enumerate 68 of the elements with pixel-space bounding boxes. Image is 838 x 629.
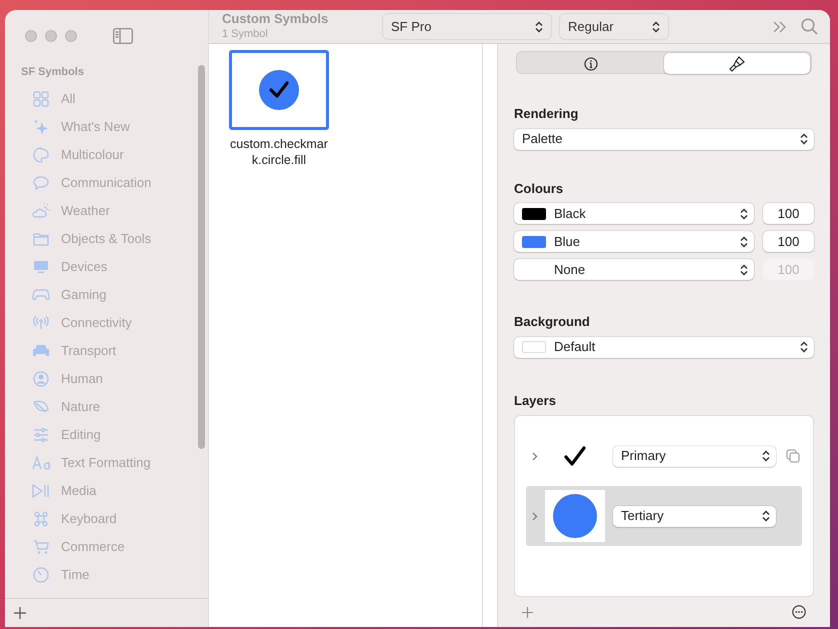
monitor-icon — [33, 258, 49, 274]
add-icon[interactable] — [14, 607, 26, 619]
cart-icon — [33, 538, 49, 554]
leaf-icon — [33, 398, 49, 414]
section-heading: Colours — [514, 180, 564, 198]
stepper-icon — [800, 341, 808, 353]
sparkle-icon — [33, 118, 49, 134]
cloud-sun-icon — [32, 202, 50, 218]
text-size-icon — [32, 454, 50, 470]
play-pause-icon — [32, 482, 50, 498]
search-icon[interactable] — [801, 18, 818, 35]
background-popup[interactable]: Default — [514, 336, 814, 358]
stepper-icon — [740, 264, 748, 276]
stepper-icon — [800, 133, 808, 145]
disclosure-icon[interactable] — [532, 512, 538, 520]
layer-popup[interactable]: Primary — [613, 446, 776, 466]
paintbrush-icon — [729, 56, 745, 72]
section-heading: Rendering — [514, 105, 580, 123]
sidebar-toggle-icon[interactable] — [113, 28, 133, 44]
stepper-icon — [740, 208, 748, 220]
circle-icon — [553, 494, 597, 538]
game-controller-icon — [32, 286, 50, 302]
layer-row[interactable]: Tertiary — [526, 486, 802, 546]
sidebar-heading: SF Symbols — [20, 65, 85, 80]
zoom-button[interactable] — [65, 30, 77, 42]
stepper-icon — [535, 20, 543, 32]
stepper-icon — [762, 450, 770, 462]
car-icon — [32, 342, 50, 358]
close-button[interactable] — [25, 30, 37, 42]
command-key-icon — [33, 510, 49, 526]
colour-popup[interactable]: Black — [514, 203, 754, 224]
speech-bubble-icon — [33, 174, 49, 190]
section-heading: Background — [514, 313, 591, 331]
checkmark-icon — [564, 446, 586, 466]
layer-row[interactable]: Primary — [526, 426, 802, 486]
palette-icon — [33, 146, 49, 162]
opacity-field[interactable]: 100 — [763, 203, 814, 224]
layer-popup[interactable]: Tertiary — [613, 506, 776, 526]
minimize-button[interactable] — [45, 30, 57, 42]
person-circle-icon — [33, 370, 49, 386]
segment-tab[interactable] — [664, 53, 810, 74]
duplicate-icon[interactable] — [786, 449, 800, 463]
folder-icon — [33, 230, 49, 246]
colour-swatch — [522, 341, 546, 353]
opacity-field[interactable]: 100 — [763, 231, 814, 252]
scrollbar-thumb[interactable] — [198, 65, 205, 449]
stepper-icon — [740, 236, 748, 248]
info-icon — [584, 56, 598, 70]
rendering-popup[interactable]: Palette — [514, 128, 814, 150]
symbol-name: custom.checkmark.circle.fill — [229, 136, 329, 168]
sliders-icon — [33, 426, 49, 442]
disclosure-icon[interactable] — [532, 452, 538, 460]
stepper-icon — [652, 20, 660, 32]
font-popup[interactable]: SF Pro — [382, 13, 552, 40]
add-icon[interactable] — [522, 606, 533, 618]
timer-icon — [33, 566, 49, 582]
window-title: Custom Symbols — [222, 10, 330, 26]
symbol-tile[interactable] — [229, 50, 329, 130]
more-options-icon[interactable] — [792, 605, 806, 619]
weight-popup[interactable]: Regular — [559, 13, 669, 40]
window-subtitle: 1 Symbol — [222, 26, 269, 42]
checkmark-circle-icon — [259, 70, 299, 110]
antenna-icon — [33, 314, 49, 330]
stepper-icon — [762, 510, 770, 522]
more-chevrons-icon[interactable] — [773, 20, 787, 32]
grid-icon — [33, 90, 49, 106]
colour-popup[interactable]: Blue — [514, 231, 754, 252]
section-heading: Layers — [514, 392, 557, 410]
